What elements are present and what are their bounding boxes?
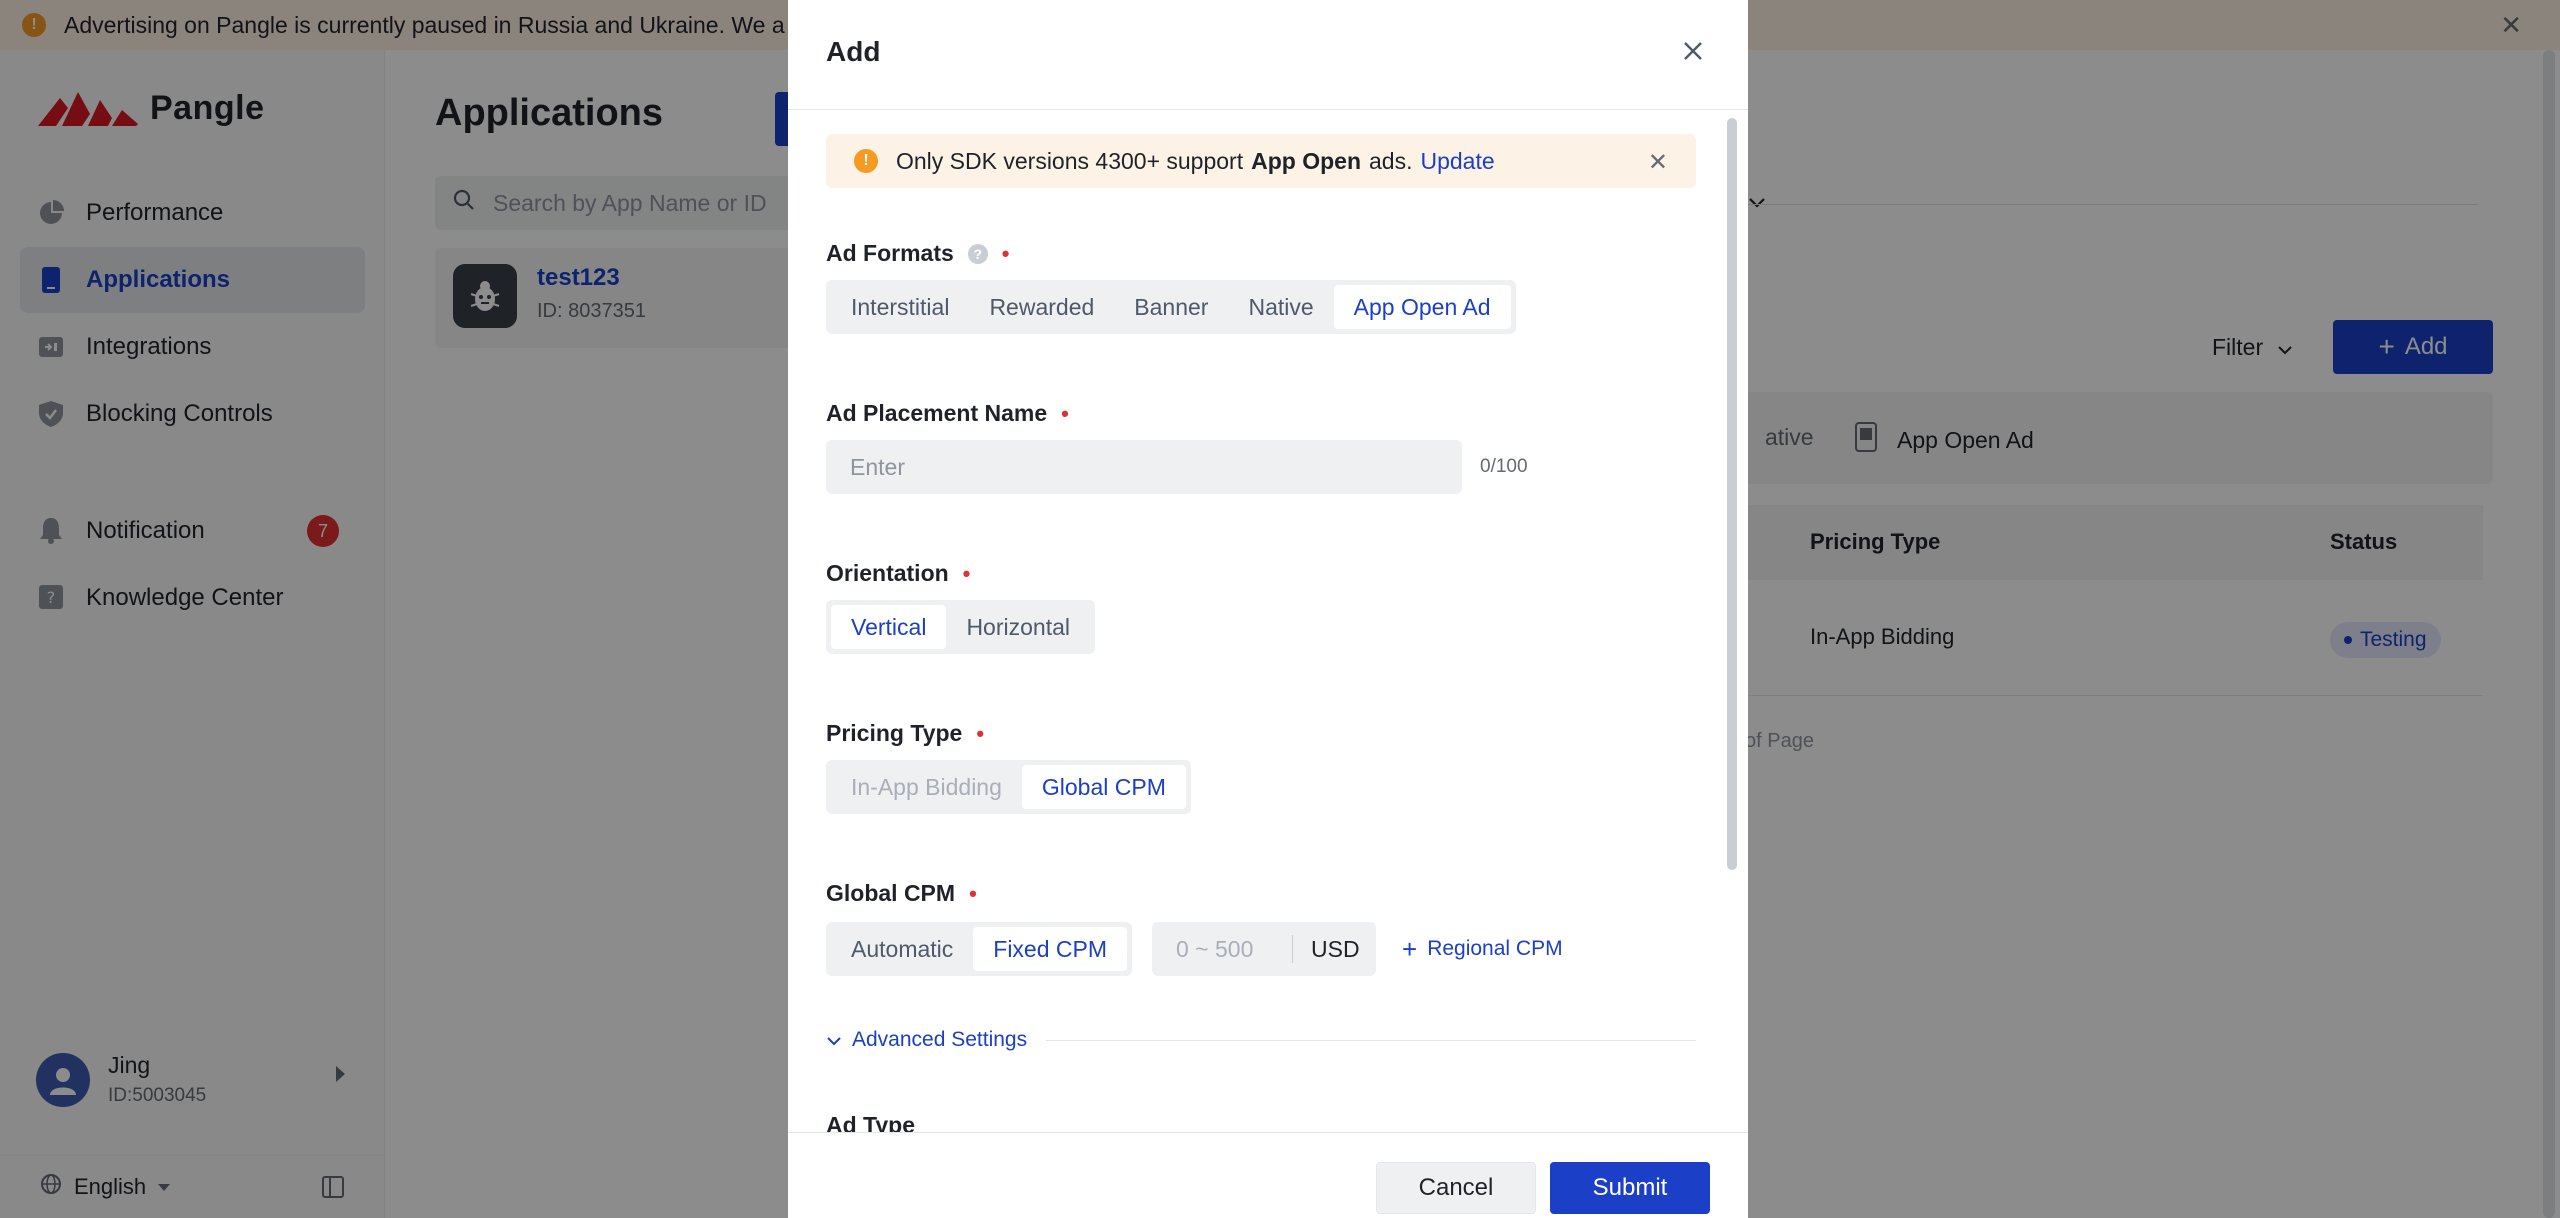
close-icon[interactable] (1678, 36, 1708, 66)
ad-format-option-interstitial[interactable]: Interstitial (831, 285, 969, 329)
label-text: Global CPM (826, 880, 956, 906)
advanced-settings-toggle[interactable]: Advanced Settings (826, 1028, 1027, 1052)
regional-cpm-button[interactable]: + Regional CPM (1402, 936, 1563, 962)
cpm-value-field: USD (1152, 922, 1376, 976)
cpm-option-fixed-cpm[interactable]: Fixed CPM (973, 927, 1128, 971)
label-text: Ad Type (826, 1112, 916, 1132)
divider (1046, 1040, 1696, 1041)
notice-text: Only SDK versions 4300+ support (896, 147, 1244, 174)
label-text: Orientation (826, 560, 949, 586)
cpm-value-input[interactable] (1152, 922, 1292, 976)
orientation-option-vertical[interactable]: Vertical (831, 605, 947, 649)
submit-button[interactable]: Submit (1550, 1162, 1710, 1214)
required-marker: • (1061, 400, 1069, 426)
ad-formats-label: Ad Formats ? • (826, 240, 1010, 267)
notice-close-icon[interactable]: ✕ (1648, 148, 1668, 177)
sdk-version-notice: ! Only SDK versions 4300+ support App Op… (826, 134, 1696, 188)
required-marker: • (969, 880, 977, 906)
required-marker: • (1001, 240, 1010, 266)
chevron-down-icon (826, 1028, 842, 1052)
ad-formats-selector: Interstitial Rewarded Banner Native App … (826, 280, 1516, 334)
label-text: Ad Placement Name (826, 400, 1048, 426)
global-cpm-selector: Automatic Fixed CPM (826, 922, 1133, 976)
ad-format-option-app-open-ad[interactable]: App Open Ad (1333, 285, 1511, 329)
global-cpm-label: Global CPM • (826, 880, 977, 907)
divider (1292, 935, 1293, 963)
update-link[interactable]: Update (1420, 148, 1494, 175)
ad-format-option-native[interactable]: Native (1228, 285, 1333, 329)
orientation-option-horizontal[interactable]: Horizontal (946, 605, 1090, 649)
placement-name-label: Ad Placement Name • (826, 400, 1069, 427)
pricing-option-in-app-bidding[interactable]: In-App Bidding (831, 765, 1022, 809)
notice-bold-text: App Open (1251, 147, 1361, 174)
cpm-option-automatic[interactable]: Automatic (831, 927, 973, 971)
character-counter: 0/100 (1480, 456, 1528, 477)
pricing-type-label: Pricing Type • (826, 720, 984, 747)
add-placement-modal: Add ! Only SDK versions 4300+ support Ap… (788, 0, 1748, 1218)
ad-type-label: Ad Type (826, 1112, 915, 1132)
modal-header: Add (788, 0, 1748, 110)
label-text: Pricing Type (826, 720, 963, 746)
pricing-option-global-cpm[interactable]: Global CPM (1021, 765, 1186, 809)
modal-body: ! Only SDK versions 4300+ support App Op… (788, 110, 1748, 1132)
ad-format-option-banner[interactable]: Banner (1114, 285, 1228, 329)
placement-name-input[interactable] (826, 440, 1462, 494)
required-marker: • (976, 720, 985, 746)
warning-icon: ! (854, 149, 878, 173)
orientation-label: Orientation • (826, 560, 970, 587)
required-marker: • (962, 560, 971, 586)
currency-unit: USD (1311, 935, 1360, 962)
advanced-settings-label: Advanced Settings (852, 1028, 1028, 1051)
modal-scrollbar[interactable] (1727, 118, 1737, 870)
orientation-selector: Vertical Horizontal (826, 600, 1095, 654)
label-text: Ad Formats (826, 240, 954, 266)
ad-format-option-rewarded[interactable]: Rewarded (969, 285, 1114, 329)
pricing-type-selector: In-App Bidding Global CPM (826, 760, 1191, 814)
help-icon[interactable]: ? (967, 243, 988, 264)
modal-title: Add (826, 36, 881, 67)
regional-cpm-label: Regional CPM (1427, 937, 1563, 960)
notice-suffix: ads. (1369, 147, 1413, 174)
plus-icon: + (1402, 934, 1418, 964)
cancel-button[interactable]: Cancel (1376, 1162, 1536, 1214)
